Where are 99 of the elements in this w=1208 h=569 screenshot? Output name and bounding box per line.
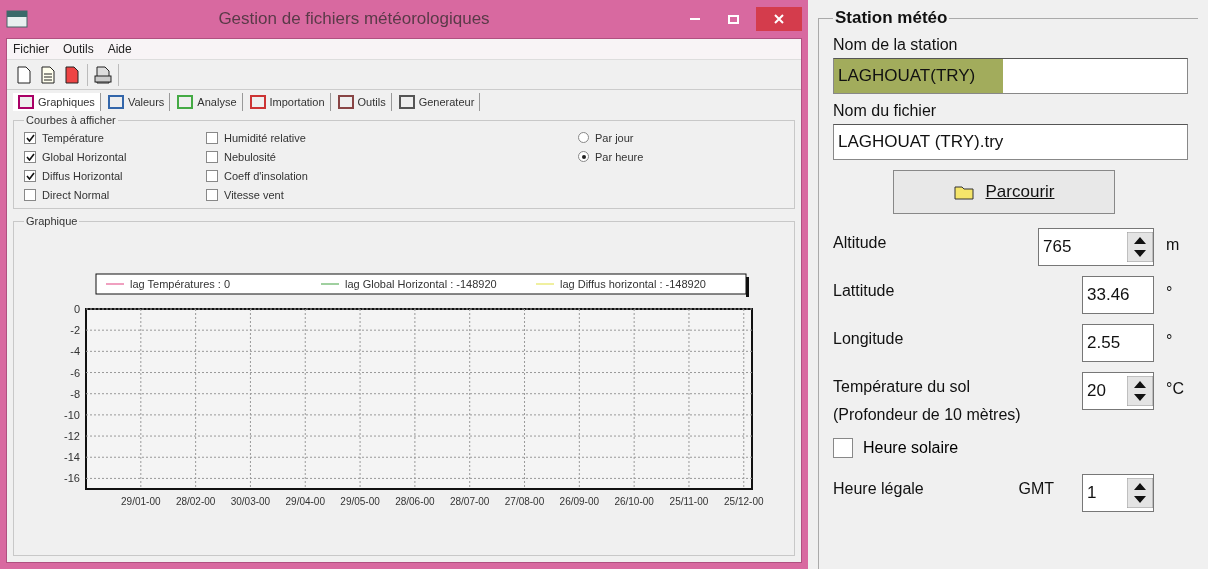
x-tick-label: 25/11-00 <box>669 496 709 507</box>
menu-item[interactable]: Aide <box>107 42 132 56</box>
solar-time-option[interactable]: Heure solaire <box>833 438 1188 458</box>
checkbox[interactable] <box>206 169 218 182</box>
x-tick-label: 29/04-00 <box>285 496 325 507</box>
printer-icon[interactable] <box>94 65 112 84</box>
curve-option[interactable]: Vitesse vent <box>206 185 578 204</box>
param-label: Température du sol <box>833 378 971 396</box>
x-tick-label: 26/10-00 <box>614 496 654 507</box>
radio-button[interactable] <box>578 151 589 162</box>
y-tick-label: -4 <box>70 345 80 358</box>
legend-label: lag Diffus horizontal : -148920 <box>560 278 706 290</box>
curve-option[interactable]: Humidité relative <box>206 128 578 147</box>
period-option[interactable]: Par heure <box>578 147 698 166</box>
tab-icon <box>398 95 415 109</box>
y-tick-label: -8 <box>70 387 80 400</box>
app-icon <box>6 9 28 29</box>
x-tick-label: 28/02-00 <box>175 496 216 507</box>
group-title: Station météo <box>834 8 949 28</box>
spin-field[interactable]: 20 <box>1082 372 1154 410</box>
checkbox[interactable] <box>206 150 218 163</box>
document-icon[interactable] <box>15 65 33 84</box>
spin-field[interactable]: 765 <box>1038 228 1154 266</box>
radio-button[interactable] <box>578 132 589 143</box>
unit-label: °C <box>1165 379 1185 398</box>
checkbox[interactable] <box>206 188 218 201</box>
tab[interactable]: Outils <box>332 93 392 111</box>
x-tick-label: 28/07-00 <box>449 496 490 507</box>
tab-icon <box>18 95 34 109</box>
file-name-field[interactable]: LAGHOUAT (TRY).try <box>833 124 1188 160</box>
browse-button[interactable]: Parcourir <box>893 170 1115 214</box>
spin-field[interactable]: 1 <box>1082 474 1154 512</box>
x-tick-label: 28/06-00 <box>395 496 435 507</box>
input-field[interactable]: 33.46 <box>1082 276 1154 314</box>
field-label: Nom de la station <box>833 36 959 54</box>
y-tick-label: -6 <box>70 366 80 379</box>
y-tick-label: -2 <box>70 324 80 337</box>
unit-label: ° <box>1165 331 1174 350</box>
field-label: Nom du fichier <box>833 102 938 120</box>
curve-option[interactable]: Global Horizontal <box>24 147 206 166</box>
curve-option[interactable]: Nebulosité <box>206 147 578 166</box>
param-label: Altitude <box>833 234 888 252</box>
curve-option[interactable]: Température <box>24 128 206 147</box>
export-document-icon[interactable] <box>63 65 81 84</box>
tab[interactable]: Graphiques <box>13 93 101 111</box>
minimize-icon <box>690 18 700 20</box>
input-field[interactable]: 2.55 <box>1082 324 1154 362</box>
checkbox[interactable] <box>24 150 36 163</box>
y-tick-label: -14 <box>64 451 80 464</box>
x-tick-label: 26/09-00 <box>559 496 600 507</box>
spin-arrows-icon[interactable] <box>1127 478 1153 508</box>
y-tick-label: -12 <box>64 430 80 443</box>
group-title: Courbes à afficher <box>25 114 117 126</box>
param-label: Longitude <box>833 330 905 348</box>
maximize-icon <box>727 14 739 24</box>
legend-label: lag Global Horizontal : -148920 <box>345 278 497 290</box>
checkbox[interactable] <box>833 438 853 458</box>
gmt-label: GMT <box>1018 480 1054 498</box>
checkbox[interactable] <box>206 131 218 144</box>
curve-option[interactable]: Direct Normal <box>24 185 206 204</box>
checkbox[interactable] <box>24 169 36 182</box>
checkbox[interactable] <box>24 131 36 144</box>
x-tick-label: 29/01-00 <box>121 496 161 507</box>
curve-option[interactable]: Coeff d'insolation <box>206 166 578 185</box>
group-title: Graphique <box>25 215 79 227</box>
folder-icon <box>953 184 974 200</box>
tab-icon <box>107 95 124 109</box>
document-icon[interactable] <box>39 65 57 84</box>
tab-icon <box>249 95 266 109</box>
curve-option[interactable]: Diffus Horizontal <box>24 166 206 185</box>
checkbox[interactable] <box>24 188 36 201</box>
y-tick-label: 0 <box>73 303 80 315</box>
tab[interactable]: Valeurs <box>102 93 171 111</box>
y-tick-label: -16 <box>64 472 80 485</box>
x-tick-label: 27/08-00 <box>504 496 545 507</box>
y-tick-label: -10 <box>64 408 80 421</box>
legend-label: lag Températures : 0 <box>130 278 231 290</box>
tab[interactable]: Importation <box>244 93 331 111</box>
tab-icon <box>177 95 194 109</box>
unit-label: m <box>1165 235 1181 254</box>
param-note: (Profondeur de 10 mètres) <box>833 406 1022 424</box>
close-button[interactable] <box>756 7 802 31</box>
period-option[interactable]: Par jour <box>578 128 698 147</box>
x-tick-label: 30/03-00 <box>230 496 271 507</box>
param-label: Heure légale <box>833 480 924 498</box>
unit-label: ° <box>1165 283 1174 302</box>
x-tick-label: 29/05-00 <box>340 496 380 507</box>
tab[interactable]: Analyse <box>172 93 243 111</box>
close-icon <box>774 14 784 24</box>
menu-item[interactable]: Fichier <box>13 42 49 56</box>
x-tick-label: 25/12-00 <box>724 496 764 507</box>
tab[interactable]: Generateur <box>393 93 481 111</box>
station-name-field[interactable]: LAGHOUAT(TRY) <box>833 58 1188 94</box>
window-title: Gestion de fichiers météorologiques <box>217 9 491 29</box>
tab-icon <box>337 95 354 109</box>
spin-arrows-icon[interactable] <box>1127 232 1153 262</box>
menu-item[interactable]: Outils <box>63 42 94 56</box>
param-label: Lattitude <box>833 282 896 300</box>
spin-arrows-icon[interactable] <box>1127 376 1153 406</box>
